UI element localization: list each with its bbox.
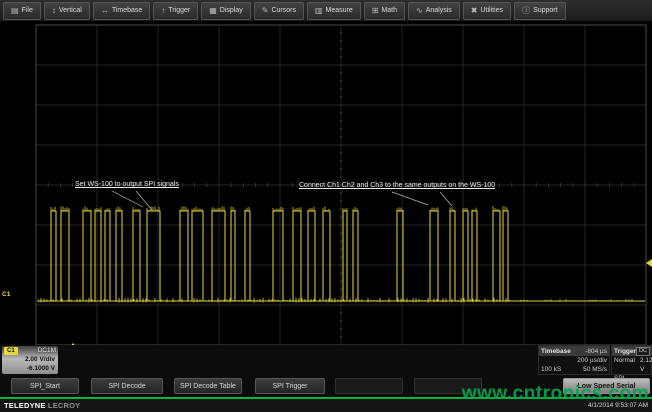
trigger-level: 2.12 V (640, 356, 652, 374)
oscilloscope-screen: ▤File↕Vertical↔Timebase↑Trigger▦Display✎… (0, 0, 652, 412)
trigger-mode: Normal (614, 356, 635, 374)
annotation-connect-channels: Connect Ch1 Ch2 and Ch3 to the same outp… (299, 182, 495, 190)
trigger-level-marker[interactable] (646, 259, 652, 267)
channel-offset: -6.1000 V (2, 364, 58, 373)
trace-pulse-noise (51, 206, 507, 211)
annotation-leader-lines (112, 191, 452, 210)
channel-descriptor-c1[interactable]: C1 DC1M 2.00 V/div -6.1000 V (2, 346, 58, 374)
watermark: www.cntronics.com (462, 383, 649, 405)
brand-logo: TELEDYNE LECROY (4, 401, 80, 410)
time-per-div: 200 µs/div (539, 356, 609, 365)
spi-decode-table-button[interactable]: SPI Decode Table (174, 378, 242, 394)
channel-c1-edge-indicator[interactable]: C1 (2, 291, 10, 298)
timebase-delay: -804 µs (585, 348, 607, 355)
trigger-panel[interactable]: Trigger DC Normal 2.12 V SPI (611, 345, 652, 375)
spi-start-button[interactable]: SPI_Start (11, 378, 79, 394)
timebase-title: Timebase (541, 348, 571, 355)
spi-trigger-button[interactable]: SPI Trigger (255, 378, 325, 394)
trigger-title: Trigger (614, 348, 636, 355)
empty-button-slot (335, 378, 403, 394)
volts-per-div: 2.00 V/div (2, 355, 58, 364)
sample-rate: 50 MS/s (583, 365, 607, 374)
trigger-coupling-badge: DC (636, 347, 650, 356)
coupling-label: DC1M (38, 347, 56, 354)
annotation-set-ws100: Set WS-100 to output SPI signals (75, 181, 179, 189)
sample-count: 100 kS (541, 365, 561, 374)
channel-badge: C1 (4, 347, 18, 355)
spi-decode-button[interactable]: SPI Decode (91, 378, 163, 394)
timebase-panel[interactable]: Timebase -804 µs 200 µs/div 100 kS 50 MS… (538, 345, 610, 375)
